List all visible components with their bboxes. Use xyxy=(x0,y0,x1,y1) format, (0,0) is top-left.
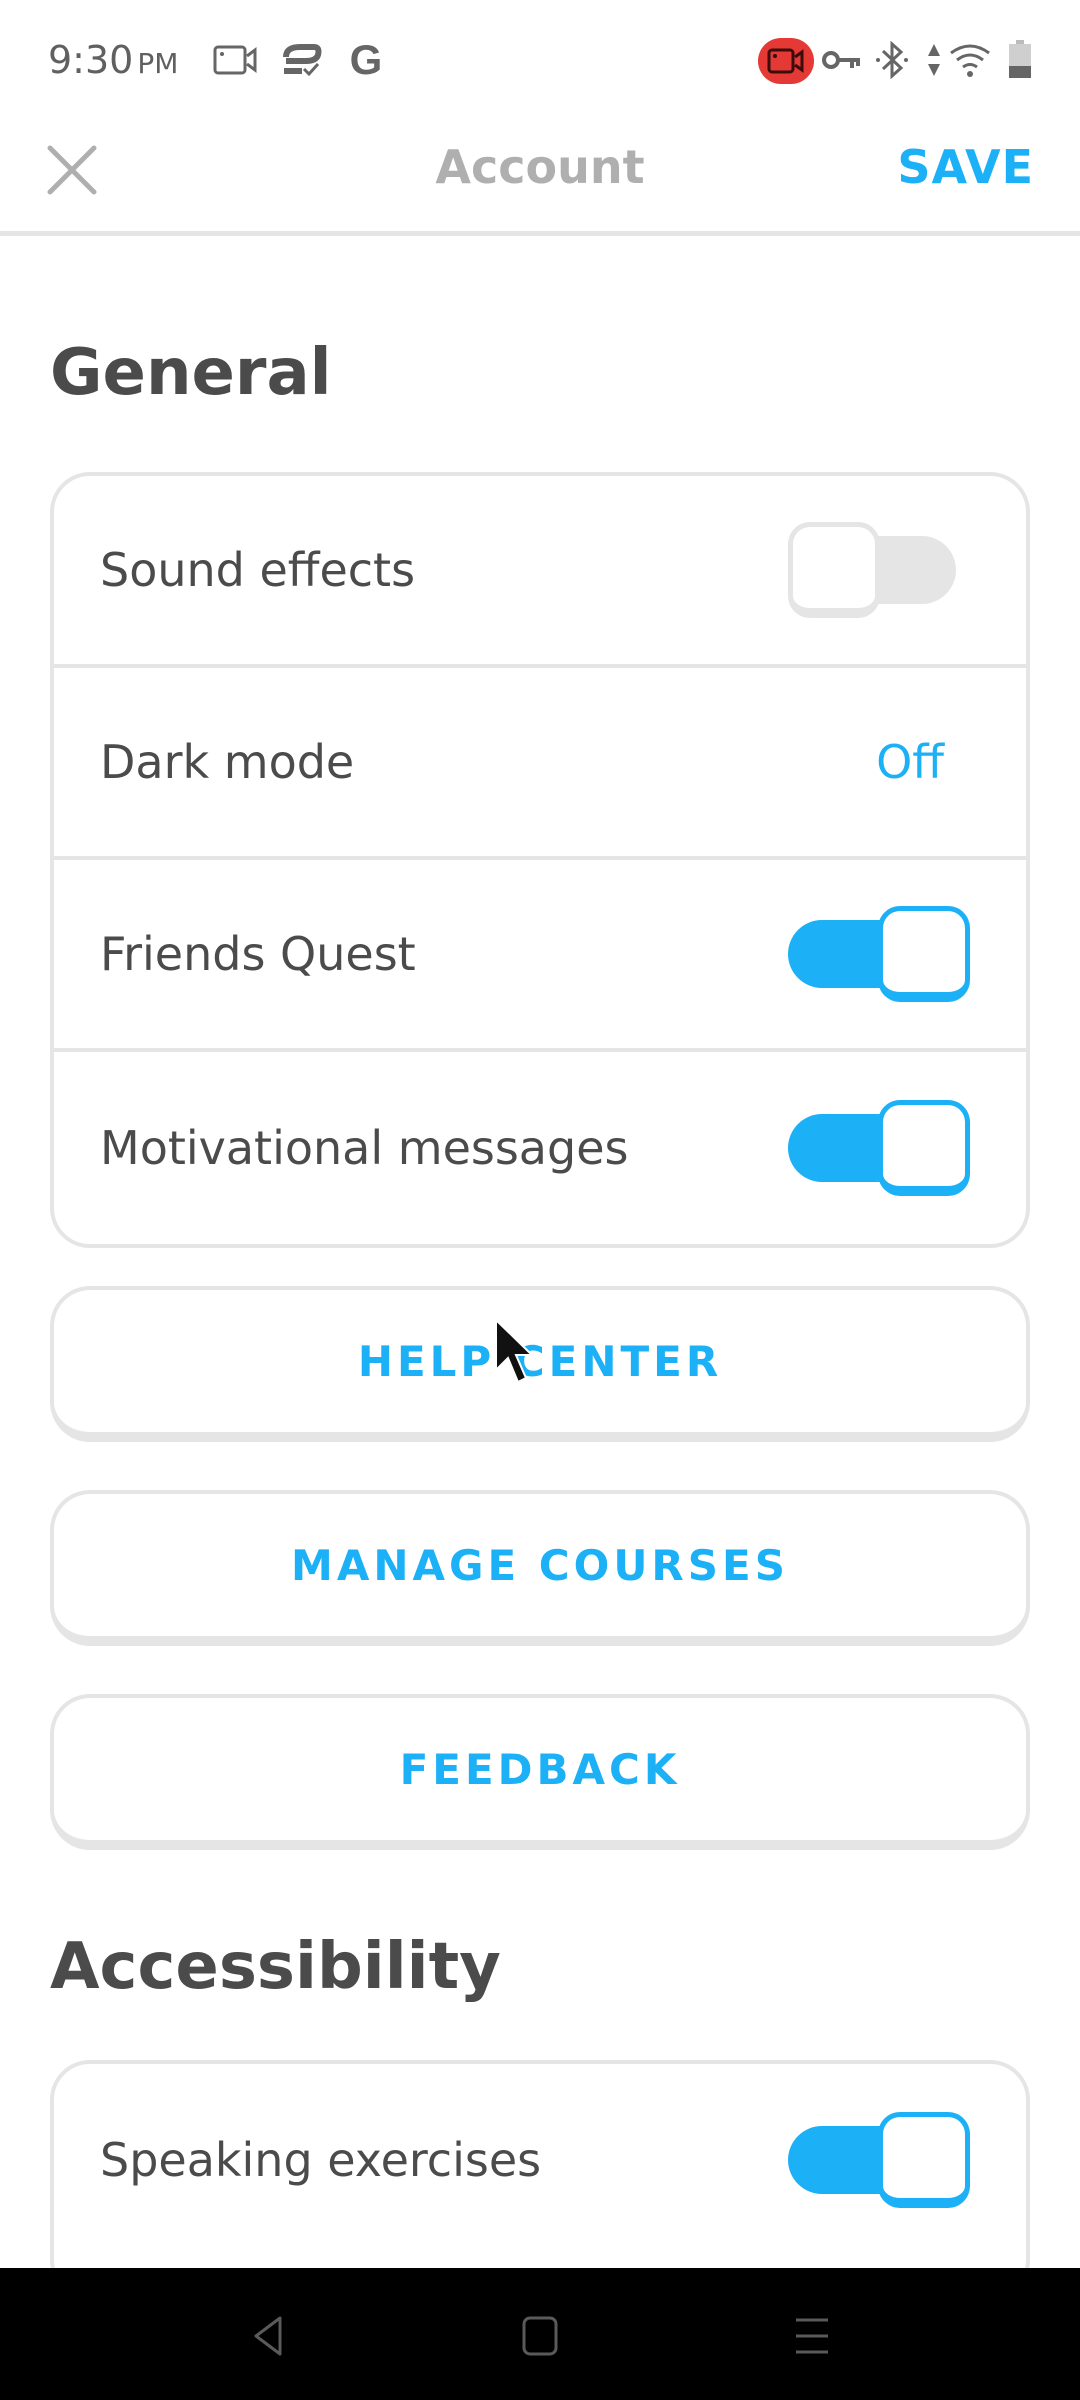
recents-icon xyxy=(796,2318,828,2354)
setting-row-speaking-exercises[interactable]: Speaking exercises xyxy=(54,2064,1026,2256)
general-settings-card: Sound effects Dark mode Off Friends Ques… xyxy=(50,472,1030,1248)
setting-row-dark-mode[interactable]: Dark mode Off xyxy=(54,668,1026,860)
status-bar: 9:30 PM G xyxy=(0,0,1080,120)
toolbar: Account SAVE xyxy=(0,120,1080,236)
google-icon: G xyxy=(349,36,383,83)
save-button[interactable]: SAVE xyxy=(897,140,1034,194)
manage-courses-button[interactable]: MANAGE COURSES xyxy=(50,1490,1030,1646)
setting-label: Speaking exercises xyxy=(100,2133,542,2187)
setting-label: Motivational messages xyxy=(100,1121,629,1175)
setting-row-motivational-messages[interactable]: Motivational messages xyxy=(54,1052,1026,1244)
data-arrows-icon xyxy=(924,40,944,80)
wifi-icon xyxy=(948,40,992,80)
setting-label: Friends Quest xyxy=(100,927,416,981)
setting-label: Dark mode xyxy=(100,735,355,789)
sync-check-icon xyxy=(278,40,324,80)
bluetooth-icon xyxy=(874,40,910,80)
setting-row-friends-quest[interactable]: Friends Quest xyxy=(54,860,1026,1052)
recents-button[interactable] xyxy=(782,2306,842,2366)
accessibility-settings-card: Speaking exercises xyxy=(50,2060,1030,2300)
status-time: 9:30 PM xyxy=(48,38,179,82)
recording-camera-icon xyxy=(758,38,814,84)
home-button[interactable] xyxy=(510,2306,570,2366)
help-center-button[interactable]: HELP CENTER xyxy=(50,1286,1030,1442)
setting-label: Sound effects xyxy=(100,543,416,597)
section-title-accessibility: Accessibility xyxy=(50,1930,501,2004)
feedback-button[interactable]: FEEDBACK xyxy=(50,1694,1030,1850)
friends-quest-toggle[interactable] xyxy=(788,906,970,1002)
back-icon xyxy=(254,2316,282,2356)
dark-mode-value[interactable]: Off xyxy=(876,735,944,789)
sound-effects-toggle[interactable] xyxy=(788,522,970,618)
system-nav-bar xyxy=(0,2268,1080,2400)
motivational-messages-toggle[interactable] xyxy=(788,1100,970,1196)
home-icon xyxy=(522,2316,558,2356)
back-button[interactable] xyxy=(238,2306,298,2366)
vpn-key-icon xyxy=(822,40,862,80)
setting-row-sound-effects[interactable]: Sound effects xyxy=(54,476,1026,668)
speaking-exercises-toggle[interactable] xyxy=(788,2112,970,2208)
screen-record-icon xyxy=(212,40,258,80)
section-title-general: General xyxy=(50,336,332,410)
battery-icon xyxy=(1006,40,1034,80)
